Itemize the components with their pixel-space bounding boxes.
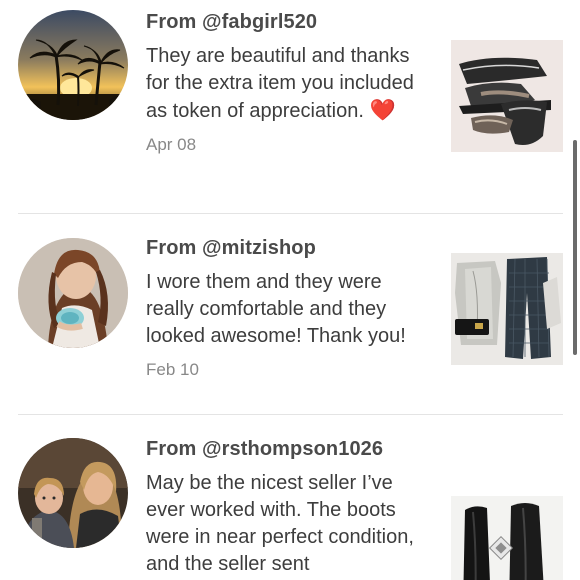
love-notes-screen: From @fabgirl520 They are beautiful and … xyxy=(0,0,580,580)
review-item: From @mitzishop I wore them and they wer… xyxy=(0,213,580,413)
review-date: Feb 10 xyxy=(146,360,199,379)
wedge-sandals-image xyxy=(451,40,563,152)
review-item: From @rsthompson1026 May be the nicest s… xyxy=(0,414,580,580)
woman-portrait-avatar-image xyxy=(18,238,128,348)
review-text: I wore them and they were really comfort… xyxy=(146,271,406,347)
review-author[interactable]: From @fabgirl520 xyxy=(146,9,432,35)
review-text: They are beautiful and thanks for the ex… xyxy=(146,43,432,125)
sunset-palm-avatar-image xyxy=(18,10,128,120)
review-content: From @rsthompson1026 May be the nicest s… xyxy=(146,436,432,578)
review-content: From @mitzishop I wore them and they wer… xyxy=(146,235,432,380)
reviewer-avatar[interactable] xyxy=(18,238,128,348)
black-boots-image xyxy=(451,496,563,580)
reviewer-avatar[interactable] xyxy=(18,438,128,548)
review-item: From @fabgirl520 They are beautiful and … xyxy=(0,0,580,200)
review-author[interactable]: From @mitzishop xyxy=(146,235,432,261)
reviewer-avatar[interactable] xyxy=(18,10,128,120)
scrollbar-thumb[interactable] xyxy=(573,140,577,355)
outfit-flatlay-image xyxy=(451,253,563,365)
review-date: Apr 08 xyxy=(146,135,197,154)
listing-thumbnail[interactable] xyxy=(451,40,563,152)
review-text: May be the nicest seller I’ve ever worke… xyxy=(146,472,414,575)
mother-and-child-avatar-image xyxy=(18,438,128,548)
heart-emoji-icon: ❤️ xyxy=(369,98,396,122)
review-content: From @fabgirl520 They are beautiful and … xyxy=(146,9,432,155)
listing-thumbnail[interactable] xyxy=(451,253,563,365)
listing-thumbnail[interactable] xyxy=(451,496,563,580)
review-author[interactable]: From @rsthompson1026 xyxy=(146,436,432,462)
